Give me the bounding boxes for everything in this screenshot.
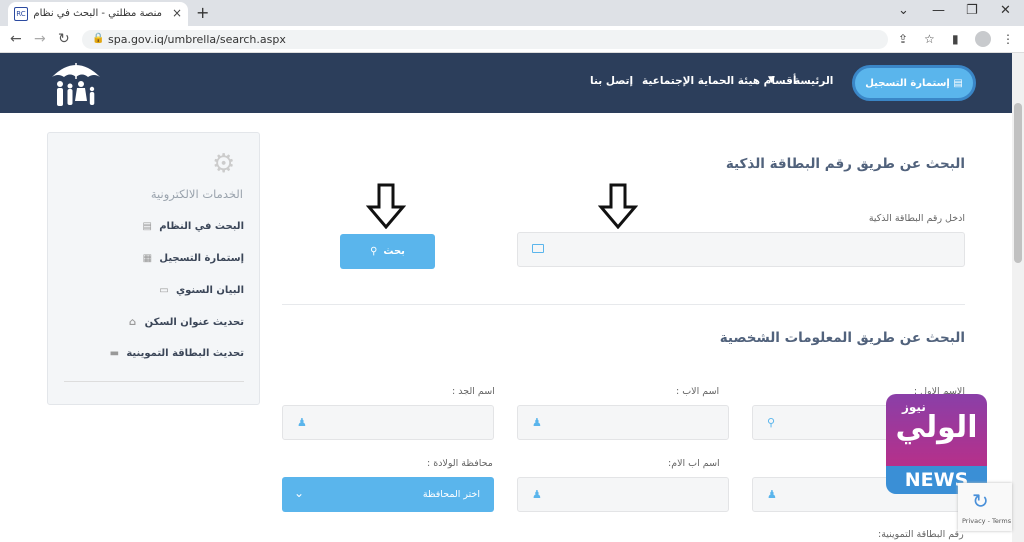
register-form-button[interactable]: ▤ إستمارة التسجيل bbox=[852, 65, 976, 101]
new-tab-button[interactable]: + bbox=[196, 3, 209, 22]
male-user-icon: ♟ bbox=[532, 488, 542, 501]
father-name-input[interactable]: ♟ bbox=[517, 405, 729, 440]
recaptcha-badge[interactable]: ↻ Privacy - Terms bbox=[958, 483, 1012, 531]
id-card-icon: ▭ bbox=[159, 285, 169, 296]
page-scrollbar[interactable] bbox=[1012, 53, 1024, 542]
grandfather-name-input[interactable]: ♟ bbox=[282, 405, 494, 440]
sidebar-title: الخدمات الالكترونية bbox=[150, 187, 243, 201]
down-arrow-annotation-icon bbox=[366, 183, 406, 229]
father-name-label: اسم الاب : bbox=[676, 386, 720, 397]
forward-icon[interactable]: → bbox=[34, 31, 46, 47]
grandfather-name-label: اسم الجد : bbox=[452, 386, 495, 397]
url-field[interactable]: 🔒 spa.gov.iq/umbrella/search.aspx bbox=[82, 30, 888, 49]
home-icon: ⌂ bbox=[129, 317, 137, 328]
minimize-icon[interactable]: — bbox=[932, 3, 945, 18]
back-icon[interactable]: ← bbox=[10, 31, 22, 47]
nav-contact[interactable]: إتصل بنا bbox=[590, 75, 633, 87]
browser-tab-strip: RC منصة مظلتي - البحث في نظام هيئة الحما… bbox=[0, 0, 1024, 26]
file-icon: ▦ bbox=[142, 253, 153, 264]
gear-icon: ⚙ bbox=[212, 149, 236, 179]
reload-icon[interactable]: ↻ bbox=[58, 31, 70, 47]
recaptcha-terms[interactable]: Privacy - Terms bbox=[962, 517, 1011, 525]
credit-card-icon bbox=[532, 244, 544, 253]
news-watermark: نيوز الولي NEWS bbox=[886, 394, 987, 494]
nav-home[interactable]: الرئيسة bbox=[794, 75, 833, 87]
side-panel-icon[interactable]: ▮ bbox=[952, 32, 959, 46]
tab-search-icon[interactable]: ⌄ bbox=[898, 3, 909, 18]
database-icon: ▤ bbox=[142, 221, 152, 232]
address-bar-row: ← → ↻ 🔒 spa.gov.iq/umbrella/search.aspx … bbox=[0, 26, 1024, 53]
mother-father-name-label: اسم اب الام: bbox=[668, 458, 720, 469]
browser-tab[interactable]: RC منصة مظلتي - البحث في نظام هيئة الحما… bbox=[8, 2, 188, 26]
url-text: spa.gov.iq/umbrella/search.aspx bbox=[108, 33, 286, 46]
lock-icon: 🔒 bbox=[92, 33, 105, 44]
watermark-arabic: الولي bbox=[895, 410, 978, 445]
birth-governorate-label: محافظة الولادة : bbox=[427, 458, 493, 469]
smart-card-input[interactable] bbox=[517, 232, 965, 267]
male-user-icon: ♟ bbox=[297, 416, 307, 429]
credit-card-icon: ▬ bbox=[109, 348, 120, 359]
file-icon: ▤ bbox=[949, 77, 963, 89]
recaptcha-icon: ↻ bbox=[972, 489, 989, 513]
tab-close-icon[interactable]: × bbox=[172, 6, 182, 20]
section-divider bbox=[282, 304, 965, 305]
male-user-icon: ♟ bbox=[532, 416, 542, 429]
birth-governorate-select[interactable]: اختر المحافظة ⌄ bbox=[282, 477, 494, 512]
eservices-sidebar: ⚙ الخدمات الالكترونية ▤ البحث في النظام … bbox=[47, 132, 260, 405]
sidebar-item-update-address[interactable]: ⌂ تحديث عنوان السكن bbox=[64, 317, 244, 328]
search-icon: ⚲ bbox=[370, 246, 378, 257]
site-header: الرئيسة ▼ أقسام هيئة الحماية الإجتماعية … bbox=[0, 53, 1012, 113]
browser-menu-icon[interactable]: ⋮ bbox=[1002, 32, 1014, 46]
sidebar-item-system-search[interactable]: ▤ البحث في النظام bbox=[64, 221, 244, 232]
umbrella-family-logo-icon[interactable] bbox=[48, 57, 104, 109]
smart-card-heading: البحث عن طريق رقم البطاقة الذكية bbox=[725, 156, 965, 172]
sidebar-item-registration[interactable]: ▦ إستمارة التسجيل bbox=[64, 253, 244, 264]
smart-card-label: ادخل رقم البطاقة الذكية bbox=[868, 213, 965, 224]
mother-father-name-input[interactable]: ♟ bbox=[517, 477, 729, 512]
gender-icon: ⚲ bbox=[767, 416, 776, 429]
window-close-icon[interactable]: ✕ bbox=[1000, 3, 1011, 18]
female-user-icon: ♟ bbox=[767, 488, 777, 501]
ration-card-label: رقم البطاقة التموينية: bbox=[878, 529, 964, 540]
sidebar-divider bbox=[64, 381, 244, 382]
down-arrow-annotation-icon bbox=[598, 183, 638, 229]
profile-avatar[interactable] bbox=[975, 31, 991, 47]
bookmark-star-icon[interactable]: ☆ bbox=[924, 32, 935, 46]
tab-title: منصة مظلتي - البحث في نظام هيئة الحماية bbox=[32, 8, 162, 19]
personal-info-heading: البحث عن طريق المعلومات الشخصية bbox=[719, 330, 965, 346]
chevron-down-icon: ⌄ bbox=[294, 486, 305, 500]
share-icon[interactable]: ⇪ bbox=[898, 32, 908, 46]
restore-icon[interactable]: ❐ bbox=[966, 3, 978, 18]
sidebar-item-update-ration-card[interactable]: ▬ تحديث البطاقة التموينية bbox=[64, 348, 244, 359]
sidebar-item-annual-statement[interactable]: ▭ البيان السنوي bbox=[64, 285, 244, 296]
site-favicon-icon: RC bbox=[14, 7, 28, 21]
scrollbar-thumb[interactable] bbox=[1014, 103, 1022, 263]
search-button[interactable]: بحث ⚲ bbox=[340, 234, 435, 269]
nav-departments[interactable]: أقسام هيئة الحماية الإجتماعية bbox=[642, 75, 796, 87]
